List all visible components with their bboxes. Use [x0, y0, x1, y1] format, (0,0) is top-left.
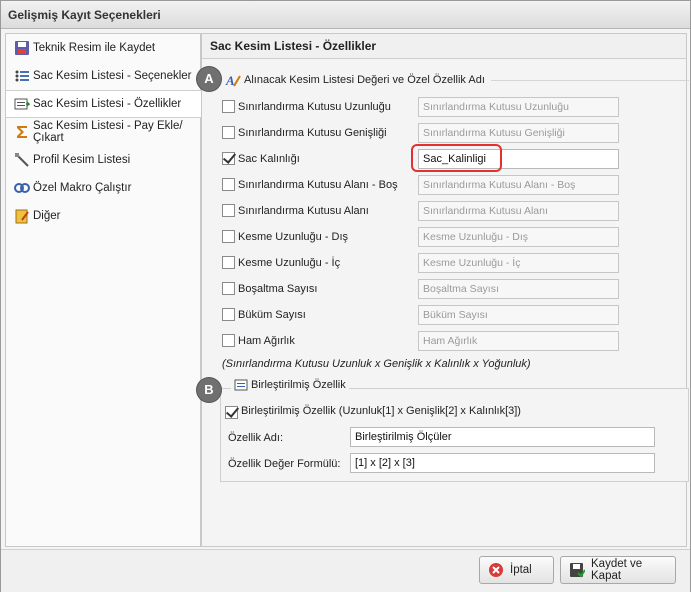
row-value-field[interactable]: Ham Ağırlık [418, 331, 619, 351]
profile-icon [15, 153, 29, 167]
row-value-field[interactable]: Sınırlandırma Kutusu Genişliği [418, 123, 619, 143]
property-name-label: Özellik Adı: [228, 432, 284, 444]
row-checkbox[interactable] [222, 256, 235, 269]
row-label: Büküm Sayısı [238, 309, 306, 321]
dialog-window: Gelişmiş Kayıt Seçenekleri Teknik Resim … [0, 0, 691, 592]
property-row-bbox-length: Sınırlandırma Kutusu Uzunluğu Sınırlandı… [222, 97, 622, 117]
property-row-cut-inner: Kesme Uzunluğu - İç Kesme Uzunluğu - İç [222, 253, 622, 273]
combined-checkbox-label: Birleştirilmiş Özellik (Uzunluk[1] x Gen… [241, 405, 521, 417]
property-row-cutouts: Boşaltma Sayısı Boşaltma Sayısı [222, 279, 622, 299]
row-label: Boşaltma Sayısı [238, 283, 318, 295]
row-label: Ham Ağırlık [238, 335, 295, 347]
svg-text:A: A [225, 73, 235, 88]
sidebar-item-teknik-resim[interactable]: Teknik Resim ile Kaydet [6, 34, 200, 62]
row-value-field[interactable]: Sınırlandırma Kutusu Alanı - Boş [418, 175, 619, 195]
property-row-bbox-area-empty: Sınırlandırma Kutusu Alanı - Boş Sınırla… [222, 175, 622, 195]
group-a-title: Alınacak Kesim Listesi Değeri ve Özel Öz… [244, 74, 485, 86]
row-value-field[interactable]: Boşaltma Sayısı [418, 279, 619, 299]
property-row-bbox-width: Sınırlandırma Kutusu Genişliği Sınırland… [222, 123, 622, 143]
row-label: Sınırlandırma Kutusu Alanı [238, 205, 369, 217]
row-value-field[interactable]: Kesme Uzunluğu - Dış [418, 227, 619, 247]
property-formula-input[interactable]: [1] x [2] x [3] [350, 453, 655, 473]
property-name-input[interactable]: Birleştirilmiş Ölçüler [350, 427, 655, 447]
row-checkbox[interactable] [222, 334, 235, 347]
sidebar-item-label: Özel Makro Çalıştır [33, 182, 132, 194]
title-bar: Gelişmiş Kayıt Seçenekleri [1, 1, 690, 29]
sidebar-item-label: Teknik Resim ile Kaydet [33, 42, 156, 54]
sigma-icon [17, 126, 27, 138]
row-checkbox[interactable] [222, 230, 235, 243]
sidebar-item-ozellikler[interactable]: Sac Kesim Listesi - Özellikler [6, 90, 202, 118]
row-label: Kesme Uzunluğu - Dış [238, 231, 349, 243]
window-title: Gelişmiş Kayıt Seçenekleri [8, 8, 161, 22]
sidebar-item-diger[interactable]: Diğer [6, 202, 200, 230]
property-row-raw-weight: Ham Ağırlık Ham Ağırlık [222, 331, 622, 351]
other-icon [15, 209, 29, 224]
cancel-icon [489, 563, 503, 577]
list-properties-icon [14, 98, 30, 110]
row-value-field[interactable]: Sınırlandırma Kutusu Alanı [418, 201, 619, 221]
save-and-close-label: Kaydet ve Kapat [591, 558, 643, 582]
row-checkbox[interactable] [222, 152, 235, 165]
sidebar-item-label: Sac Kesim Listesi - Özellikler [33, 98, 182, 110]
sidebar: Teknik Resim ile Kaydet Sac Kesim Listes… [5, 33, 202, 547]
sidebar-item-label: Sac Kesim Listesi - Pay Ekle/Çıkart [33, 120, 183, 144]
row-checkbox[interactable] [222, 204, 235, 217]
row-checkbox[interactable] [222, 126, 235, 139]
sidebar-item-label: Sac Kesim Listesi - Seçenekler [33, 70, 192, 82]
sidebar-item-label: Profil Kesim Listesi [33, 154, 131, 166]
row-label: Sac Kalınlığı [238, 153, 300, 165]
row-label: Sınırlandırma Kutusu Genişliği [238, 127, 387, 139]
group-b-title: Birleştirilmiş Özellik [251, 379, 346, 391]
row-label: Sınırlandırma Kutusu Alanı - Boş [238, 179, 398, 191]
group-a-header: A Alınacak Kesim Listesi Değeri ve Özel … [225, 72, 485, 88]
macro-icon [14, 183, 30, 193]
cancel-button[interactable]: İptal [479, 556, 554, 584]
sidebar-item-label: Diğer [33, 210, 61, 222]
combine-icon [234, 379, 248, 391]
row-label: Sınırlandırma Kutusu Uzunluğu [238, 101, 391, 113]
cancel-label: İptal [510, 564, 532, 576]
sidebar-item-pay-ekle[interactable]: Sac Kesim Listesi - Pay Ekle/Çıkart [6, 118, 200, 146]
property-row-cut-outer: Kesme Uzunluğu - Dış Kesme Uzunluğu - Dı… [222, 227, 622, 247]
sidebar-item-makro[interactable]: Özel Makro Çalıştır [6, 174, 200, 202]
save-close-icon [570, 563, 585, 578]
property-row-bends: Büküm Sayısı Büküm Sayısı [222, 305, 622, 325]
list-options-icon [15, 70, 29, 82]
highlight-box [411, 144, 502, 172]
formula-note: (Sınırlandırma Kutusu Uzunluk x Genişlik… [222, 358, 531, 370]
row-checkbox[interactable] [222, 308, 235, 321]
content-header: Sac Kesim Listesi - Özellikler [202, 34, 686, 59]
property-row-bbox-area: Sınırlandırma Kutusu Alanı Sınırlandırma… [222, 201, 622, 221]
sidebar-item-profil[interactable]: Profil Kesim Listesi [6, 146, 200, 174]
row-value-field[interactable]: Büküm Sayısı [418, 305, 619, 325]
group-b-header: Birleştirilmiş Özellik [231, 378, 349, 392]
row-checkbox[interactable] [222, 100, 235, 113]
row-checkbox[interactable] [222, 282, 235, 295]
text-style-icon: A [225, 73, 241, 88]
row-value-field[interactable]: Sınırlandırma Kutusu Uzunluğu [418, 97, 619, 117]
combined-checkbox[interactable] [225, 406, 238, 419]
row-value-field[interactable]: Kesme Uzunluğu - İç [418, 253, 619, 273]
row-label: Kesme Uzunluğu - İç [238, 257, 341, 269]
property-formula-label: Özellik Değer Formülü: [228, 458, 341, 470]
save-and-close-button[interactable]: Kaydet ve Kapat [560, 556, 676, 584]
save-icon [15, 41, 29, 55]
row-checkbox[interactable] [222, 178, 235, 191]
badge-a: A [197, 67, 221, 91]
combined-property-toggle[interactable]: Birleştirilmiş Özellik (Uzunluk[1] x Gen… [225, 403, 665, 421]
group-a-divider [491, 80, 689, 81]
badge-b: B [197, 378, 221, 402]
sidebar-item-secenekler[interactable]: Sac Kesim Listesi - Seçenekler [6, 62, 200, 90]
page-title: Sac Kesim Listesi - Özellikler [210, 39, 377, 53]
